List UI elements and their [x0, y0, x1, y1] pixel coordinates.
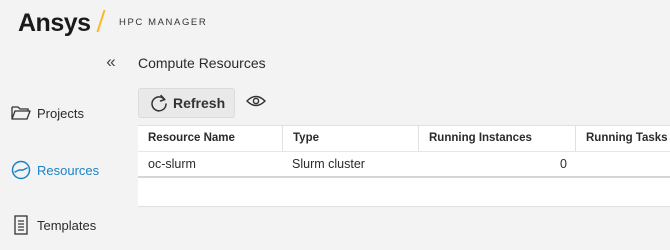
sidebar-item-templates[interactable]: Templates [10, 213, 96, 237]
app-name: HPC MANAGER [119, 17, 208, 28]
cell-running-instances: 0 [560, 157, 567, 171]
resources-table: Resource Name Type Running Instances Run… [138, 125, 670, 207]
sidebar-item-label: Projects [37, 105, 84, 121]
brand-slash [96, 10, 106, 32]
brand-wordmark: Ansys [18, 8, 91, 37]
cell-resource-name: oc-slurm [148, 157, 196, 171]
sidebar-item-resources[interactable]: Resources [10, 158, 99, 182]
refresh-label: Refresh [173, 95, 226, 111]
table-header: Resource Name Type Running Instances Run… [138, 126, 670, 152]
document-list-icon [10, 214, 32, 236]
eye-icon [246, 94, 266, 113]
page-title: Compute Resources [138, 55, 266, 71]
sidebar-item-label: Resources [37, 162, 100, 178]
toggle-visibility-button[interactable] [244, 93, 268, 113]
column-header-resource-name[interactable]: Resource Name [138, 126, 282, 151]
column-header-type[interactable]: Type [282, 126, 418, 151]
ansys-logo: Ansys [18, 7, 91, 39]
folder-icon [10, 102, 32, 124]
resources-gauge-icon [10, 159, 32, 181]
cell-type: Slurm cluster [292, 157, 365, 171]
refresh-button[interactable]: Refresh [138, 88, 235, 118]
sidebar-item-label: Templates [37, 217, 97, 233]
column-header-running-tasks[interactable]: Running Tasks [575, 126, 670, 151]
table-row[interactable]: oc-slurm Slurm cluster 0 [138, 152, 670, 178]
refresh-icon [149, 93, 169, 113]
sidebar-item-projects[interactable]: Projects [10, 101, 84, 125]
column-header-running-instances[interactable]: Running Instances [418, 126, 575, 151]
collapse-sidebar-button[interactable]: « [102, 53, 120, 72]
header: Ansys HPC MANAGER [0, 0, 670, 46]
app-window: Ansys HPC MANAGER « Projects Resources T… [0, 0, 670, 250]
